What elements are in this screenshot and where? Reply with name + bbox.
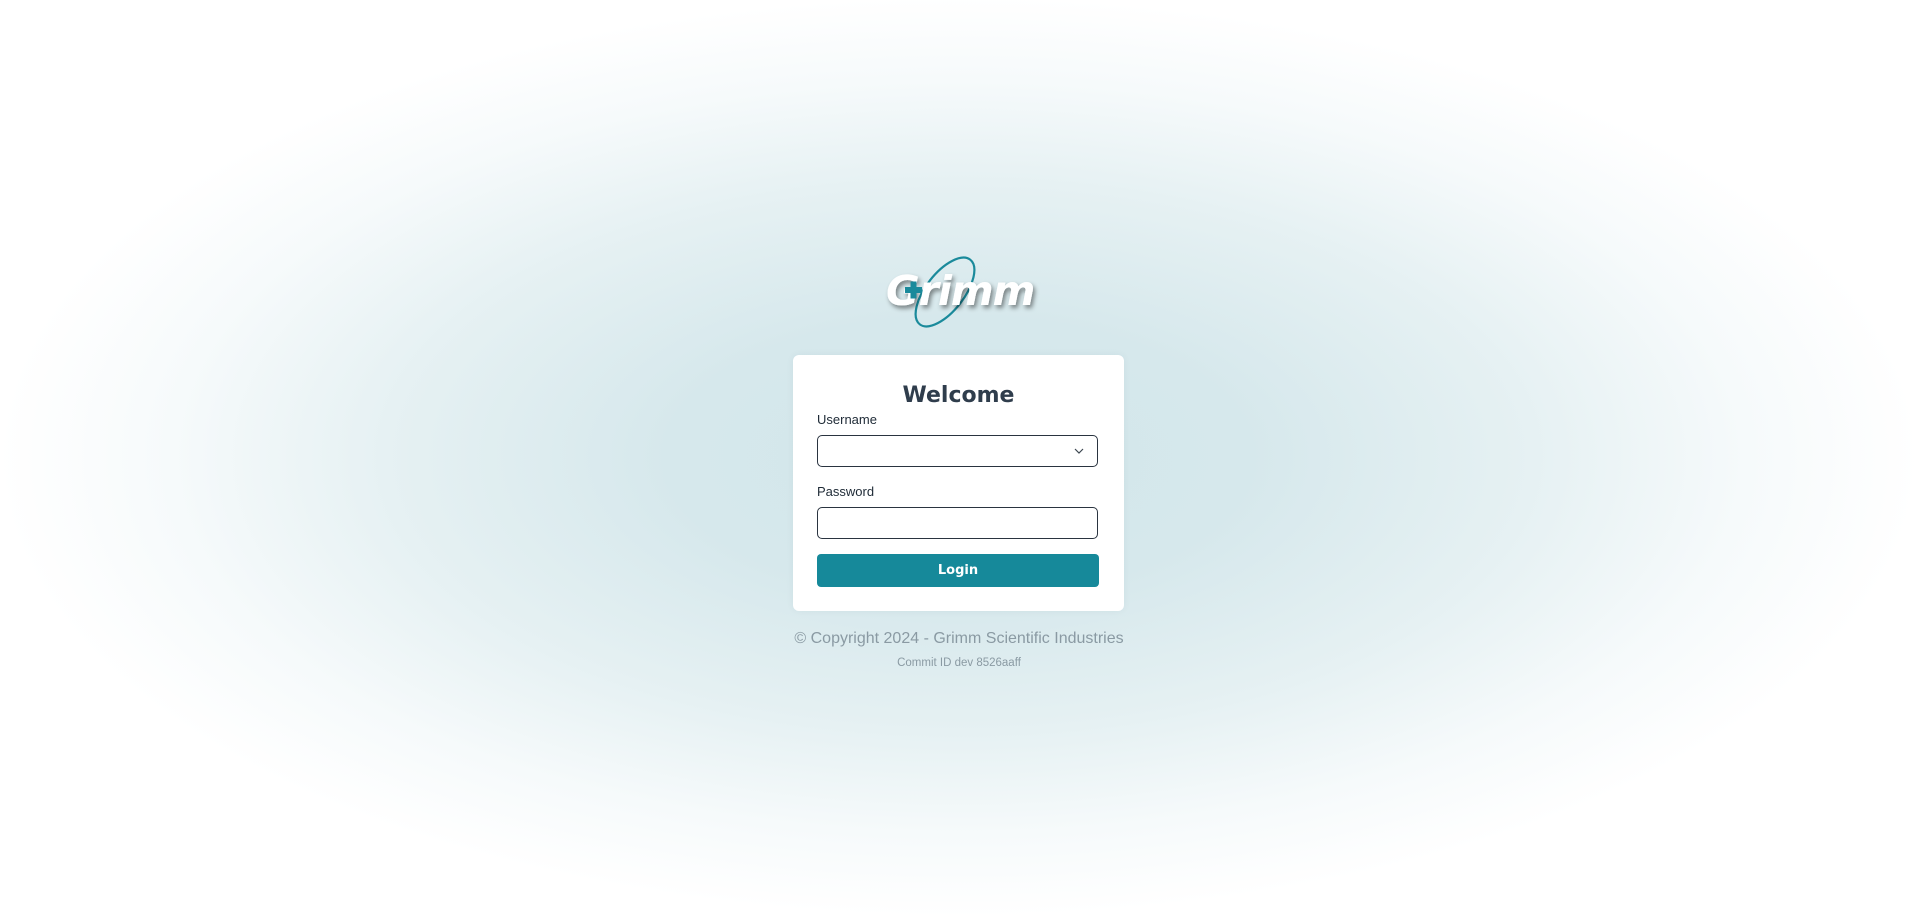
login-button[interactable]: Login [817,554,1099,587]
password-label: Password [817,484,875,499]
welcome-heading: Welcome [902,383,1015,408]
copyright-text: © Copyright 2024 - Grimm Scientific Indu… [794,630,1124,647]
commit-id-text: Commit ID dev 8526aaff [897,657,1021,669]
username-select[interactable] [817,435,1098,467]
password-field[interactable] [817,507,1098,539]
chevron-down-icon[interactable] [1073,445,1085,457]
company-logo: Grimm [880,250,1040,332]
password-input[interactable] [818,508,1097,538]
username-input[interactable] [818,436,1097,466]
username-label: Username [817,412,877,427]
login-card: Welcome Username Password Login [793,355,1124,611]
